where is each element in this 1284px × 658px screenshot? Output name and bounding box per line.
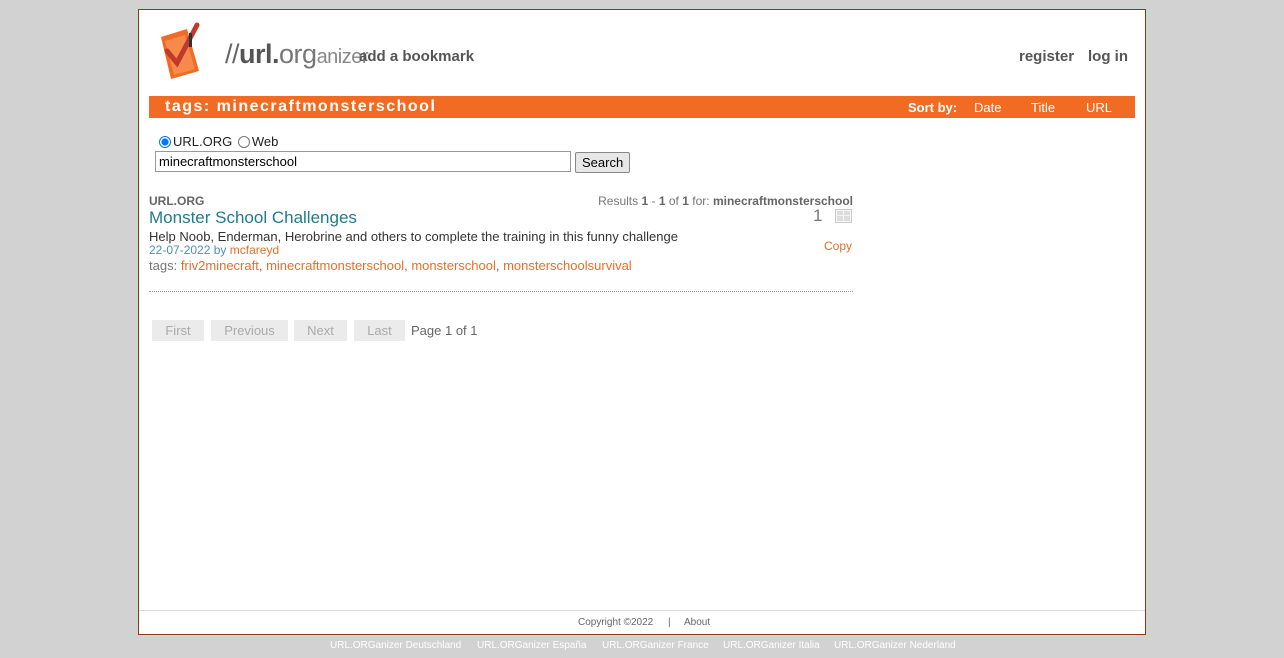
scope-radio-web[interactable]: [237, 136, 250, 148]
last-page-button[interactable]: Last: [354, 320, 405, 341]
footer-divider: [139, 610, 1145, 611]
result-tags: tags: friv2minecraft, minecraftmonstersc…: [149, 258, 632, 273]
sort-url-link[interactable]: URL: [1086, 100, 1112, 115]
previous-page-button[interactable]: Previous: [211, 320, 288, 341]
result-user-link[interactable]: mcfareyd: [230, 243, 279, 257]
tag-title: tags: minecraftmonsterschool: [165, 98, 437, 115]
site-link-es[interactable]: URL.ORGanizer España: [477, 640, 587, 651]
tag-link[interactable]: minecraftmonsterschool: [266, 258, 404, 273]
search-button[interactable]: Search: [575, 152, 631, 173]
page-info: Page 1 of 1: [411, 323, 478, 338]
login-link[interactable]: log in: [1088, 48, 1128, 65]
summary-from: 1: [641, 194, 649, 208]
scope-label-web: Web: [251, 134, 279, 149]
search-input[interactable]: [155, 151, 571, 172]
register-link[interactable]: register: [1019, 48, 1074, 65]
site-link-it[interactable]: URL.ORGanizer Italia: [723, 640, 820, 651]
thumbnail-icon[interactable]: [835, 209, 852, 223]
add-bookmark-link[interactable]: add a bookmark: [359, 48, 474, 65]
sort-date-link[interactable]: Date: [974, 100, 1001, 115]
tags-label: tags:: [149, 258, 178, 273]
summary-dash: -: [651, 194, 656, 208]
logo-url: url.: [239, 39, 280, 69]
next-page-button[interactable]: Next: [294, 320, 347, 341]
site-link-de[interactable]: URL.ORGanizer Deutschland: [330, 640, 461, 651]
first-page-button[interactable]: First: [152, 320, 204, 341]
result-meta: 22-07-2022 by mcfareyd: [149, 243, 279, 257]
tag-link[interactable]: monsterschoolsurvival: [503, 258, 632, 273]
site-link-fr[interactable]: URL.ORGanizer France: [602, 640, 709, 651]
result-count: 1: [813, 206, 823, 225]
tag-header-bar: tags: minecraftmonsterschool Sort by: Da…: [149, 96, 1135, 118]
summary-total: 1: [682, 194, 689, 208]
summary-for: for:: [692, 194, 710, 208]
result-by: by: [213, 243, 227, 257]
site-logo[interactable]: //url.organizer: [157, 21, 369, 81]
scope-radio-urlorg[interactable]: [159, 136, 171, 148]
result-date: 22-07-2022: [149, 243, 211, 257]
logo-icon: [161, 22, 200, 79]
sort-title-link[interactable]: Title: [1031, 100, 1055, 115]
copyright-text: Copyright ©2022: [578, 617, 654, 628]
site-link-nl[interactable]: URL.ORGanizer Nederland: [834, 640, 956, 651]
about-link[interactable]: About: [684, 617, 710, 628]
summary-prefix: Results: [598, 194, 639, 208]
results-source: URL.ORG: [149, 194, 205, 208]
logo-wordmark: //url.organizer: [225, 39, 369, 70]
result-title-link[interactable]: Monster School Challenges: [149, 208, 357, 228]
logo-org: org: [279, 39, 317, 69]
page-container: //url.organizer add a bookmark register …: [138, 9, 1146, 635]
scope-label-urlorg: URL.ORG: [173, 134, 233, 149]
summary-query: minecraftmonsterschool: [712, 194, 853, 208]
result-description: Help Noob, Enderman, Herobrine and other…: [149, 229, 678, 244]
footer-separator: |: [668, 617, 671, 628]
sort-by-label: Sort by:: [908, 100, 958, 115]
summary-of: of: [668, 194, 679, 208]
search-scope: URL.ORG Web: [159, 134, 280, 149]
tag-link[interactable]: monsterschool: [411, 258, 496, 273]
copy-link[interactable]: Copy: [824, 239, 852, 253]
tag-link[interactable]: friv2minecraft: [181, 258, 259, 273]
logo-prefix: //: [225, 39, 240, 69]
results-divider: [149, 291, 853, 292]
summary-to: 1: [658, 194, 666, 208]
